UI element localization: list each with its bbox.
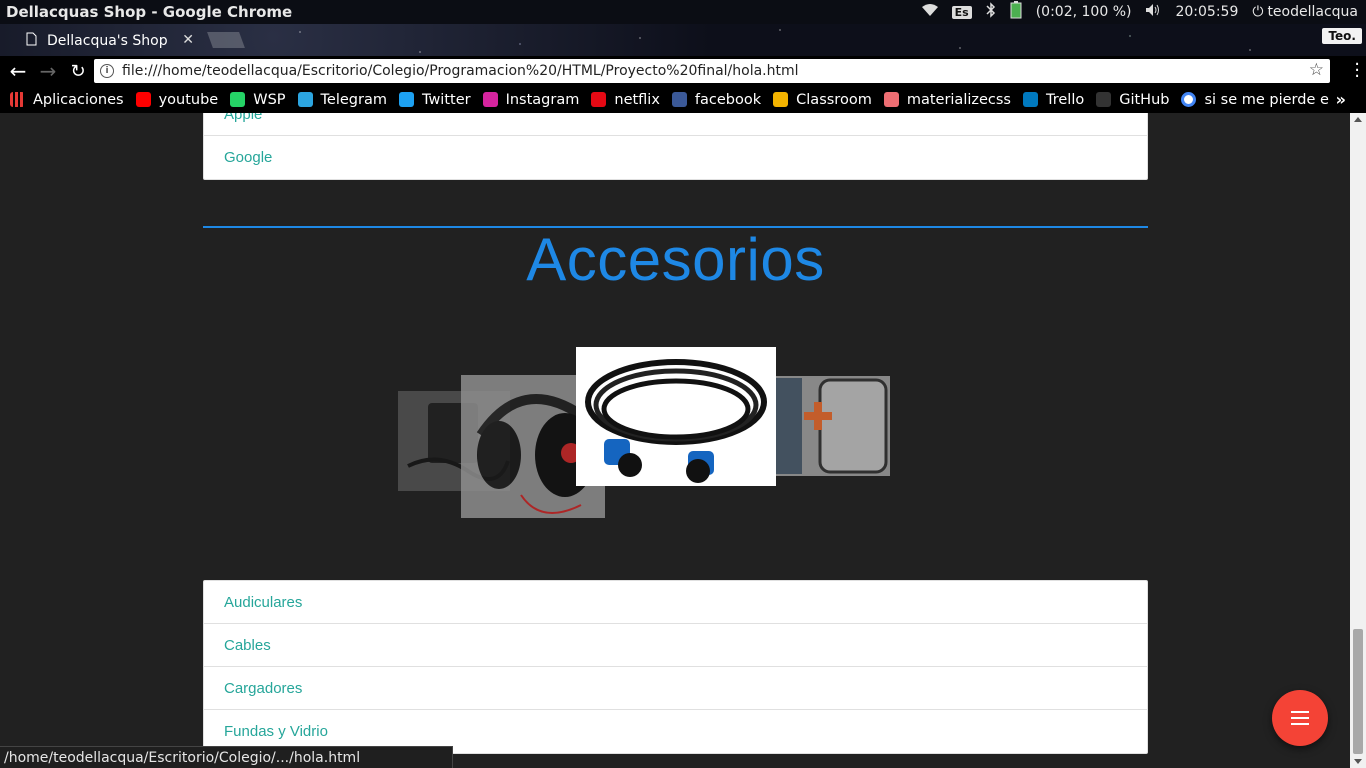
facebook-icon xyxy=(671,92,687,107)
phone-case-image[interactable] xyxy=(776,376,890,476)
menu-dots-icon[interactable]: · · · xyxy=(1354,56,1360,86)
bookmark-twitter[interactable]: Twitter xyxy=(398,91,471,108)
bookmark-star-icon[interactable]: ☆ xyxy=(1309,60,1324,80)
telegram-icon xyxy=(297,92,313,107)
collection-item-cables[interactable]: Cables xyxy=(204,624,1147,667)
bookmark-wsp[interactable]: WSP xyxy=(230,91,286,108)
bookmark-label: si se me pierde e xyxy=(1204,91,1329,108)
tab-strip: Dellacqua's Shop ✕ Teo. xyxy=(0,24,1366,56)
bluetooth-icon[interactable] xyxy=(986,2,996,22)
netflix-icon xyxy=(591,92,607,107)
bookmark-label: facebook xyxy=(694,91,762,108)
bookmark-label: Classroom xyxy=(796,91,872,108)
link-status-bubble: /home/teodellacqua/Escritorio/Colegio/..… xyxy=(0,746,453,768)
bookmark-label: Twitter xyxy=(421,91,471,108)
wifi-icon[interactable] xyxy=(921,4,938,20)
page-viewport: Apple Google Accesorios Audiculares Cabl… xyxy=(0,113,1350,768)
bookmark-github[interactable]: GitHub xyxy=(1096,92,1169,108)
collection-item-google[interactable]: Google xyxy=(204,136,1147,179)
collection-item-cargadores[interactable]: Cargadores xyxy=(204,667,1147,710)
reload-icon[interactable]: ↻ xyxy=(66,59,90,83)
bookmark-label: materializecss xyxy=(906,91,1011,108)
bookmark-instagram[interactable]: Instagram xyxy=(482,91,580,108)
more-bookmarks-icon[interactable]: » xyxy=(1336,90,1346,109)
scroll-up-icon[interactable] xyxy=(1354,117,1362,122)
bookmark-trello[interactable]: Trello xyxy=(1023,92,1084,108)
info-icon[interactable]: i xyxy=(100,64,114,78)
url-text[interactable]: file:///home/teodellacqua/Escritorio/Col… xyxy=(122,63,799,79)
bookmark-label: youtube xyxy=(158,91,219,108)
bookmark-facebook[interactable]: facebook xyxy=(671,91,762,108)
whatsapp-icon xyxy=(230,92,246,107)
page-icon xyxy=(26,32,37,50)
volume-icon[interactable] xyxy=(1145,3,1161,21)
trello-icon xyxy=(1023,92,1038,107)
bookmark-netflix[interactable]: netflix xyxy=(591,92,660,108)
close-tab-icon[interactable]: ✕ xyxy=(182,32,194,48)
bookmark-label: GitHub xyxy=(1119,91,1170,108)
twitter-icon xyxy=(398,92,414,107)
bookmark-si-se-me-pierde-e[interactable]: si se me pierde e xyxy=(1181,91,1329,108)
section-title: Accesorios xyxy=(526,226,825,293)
accessories-collection: Audiculares Cables Cargadores Fundas y V… xyxy=(203,580,1148,754)
materialize-icon xyxy=(883,92,899,107)
scrollbar-thumb[interactable] xyxy=(1353,629,1363,754)
bookmark-label: WSP xyxy=(253,91,286,108)
keyboard-layout-indicator[interactable]: Es xyxy=(951,5,972,19)
address-bar[interactable]: i file:///home/teodellacqua/Escritorio/C… xyxy=(94,59,1330,83)
bookmark-aplicaciones[interactable]: Aplicaciones xyxy=(10,92,124,108)
classroom-icon xyxy=(773,92,789,107)
bookmark-classroom[interactable]: Classroom xyxy=(773,92,872,108)
github-icon xyxy=(1096,92,1112,107)
bookmark-label: Trello xyxy=(1046,91,1085,108)
cable-image[interactable] xyxy=(576,347,776,486)
battery-status: (0:02, 100 %) xyxy=(1035,4,1132,20)
google-icon xyxy=(1181,92,1197,107)
os-top-bar: Dellacquas Shop - Google Chrome Es (0:02… xyxy=(0,0,1366,24)
profile-button[interactable]: Teo. xyxy=(1322,28,1362,44)
scroll-down-icon[interactable] xyxy=(1354,759,1362,764)
bookmark-materializecss[interactable]: materializecss xyxy=(883,91,1011,108)
window-title: Dellacquas Shop - Google Chrome xyxy=(6,3,293,21)
apps-grid-icon xyxy=(10,92,25,107)
browser-toolbar: ← → ↻ i file:///home/teodellacqua/Escrit… xyxy=(0,56,1366,86)
collection-item-audiculares[interactable]: Audiculares xyxy=(204,581,1147,624)
clock[interactable]: 20:05:59 xyxy=(1175,4,1238,20)
tab-title: Dellacqua's Shop xyxy=(47,33,168,49)
bookmark-telegram[interactable]: Telegram xyxy=(297,91,387,108)
theme-background xyxy=(0,24,1366,56)
collection-item-apple[interactable]: Apple xyxy=(204,113,1147,136)
instagram-icon xyxy=(482,92,498,107)
image-carousel[interactable] xyxy=(0,343,1350,543)
bookmarks-bar: Aplicaciones youtube WSP Telegram Twitter Ins… xyxy=(0,86,1366,113)
back-icon[interactable]: ← xyxy=(6,59,30,83)
tab-active[interactable]: Dellacqua's Shop ✕ xyxy=(12,26,202,56)
menu-fab-button[interactable] xyxy=(1272,690,1328,746)
youtube-icon xyxy=(135,92,151,107)
bookmark-label: Telegram xyxy=(320,91,387,108)
forward-icon[interactable]: → xyxy=(36,59,60,83)
brand-collection: Apple Google xyxy=(203,113,1148,180)
user-name[interactable]: teodellacqua xyxy=(1267,4,1358,20)
bookmark-label: netflix xyxy=(614,91,660,108)
bookmark-label: Aplicaciones xyxy=(33,91,124,108)
bookmark-youtube[interactable]: youtube xyxy=(135,91,219,108)
bookmark-label: Instagram xyxy=(505,91,580,108)
new-tab-button[interactable] xyxy=(207,32,245,48)
power-icon[interactable]: ⏻ xyxy=(1252,4,1263,20)
battery-icon[interactable] xyxy=(1010,1,1022,23)
scrollbar[interactable] xyxy=(1350,113,1366,768)
hamburger-icon xyxy=(1291,711,1309,725)
